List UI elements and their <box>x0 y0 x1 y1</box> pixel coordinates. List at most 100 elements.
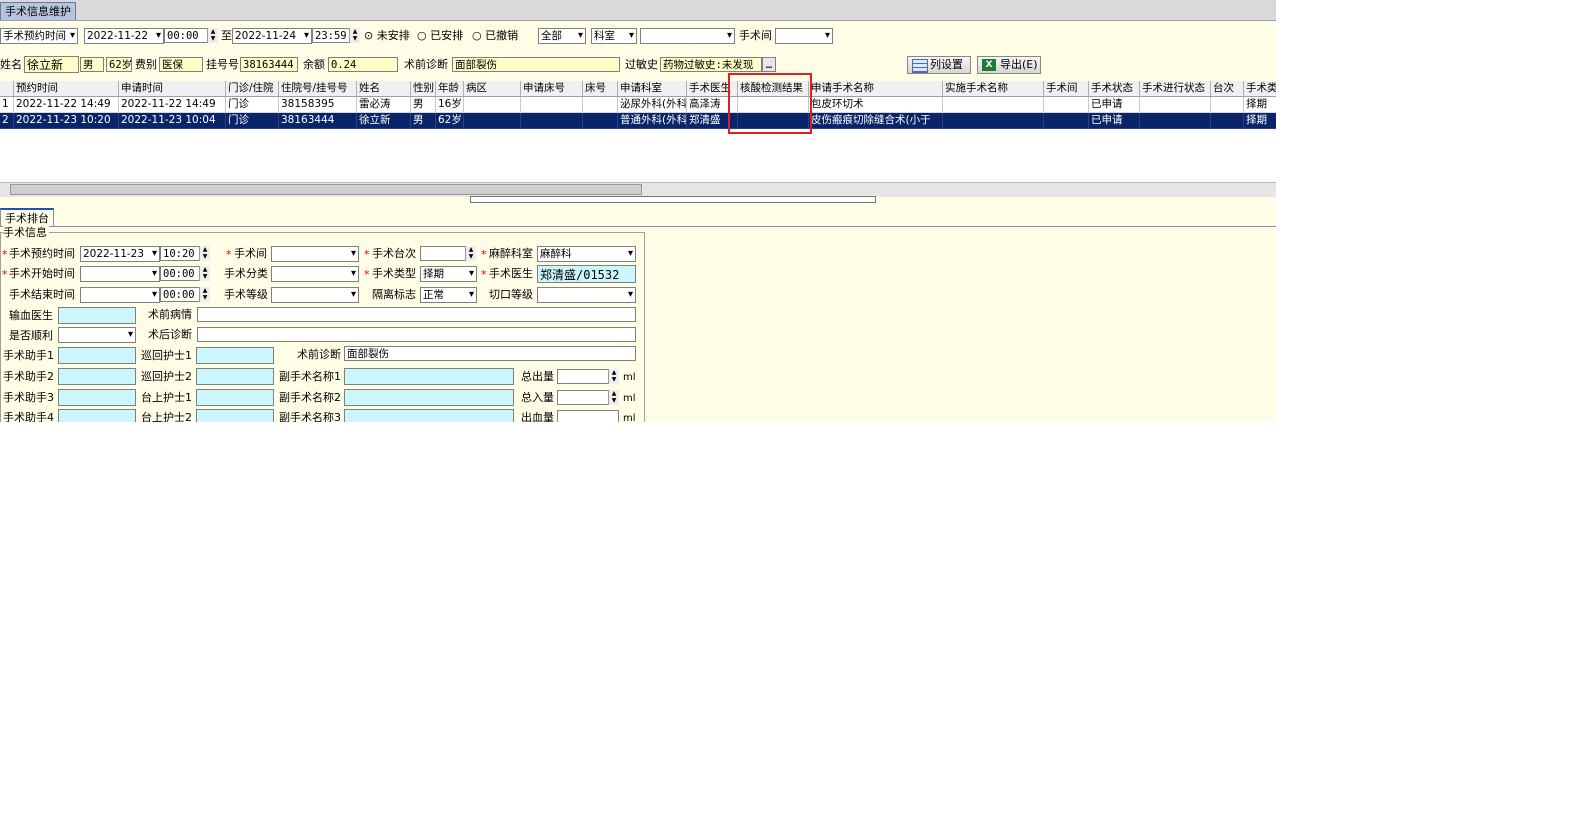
reg-no-field[interactable]: 38163444 <box>240 57 298 72</box>
end-time-spinner[interactable]: ▲ ▼ <box>349 28 360 43</box>
column-header[interactable]: 台次 <box>1211 81 1244 96</box>
detail-preop-dx-field[interactable]: 面部裂伤 <box>344 346 636 361</box>
assistant4-field[interactable] <box>58 409 136 422</box>
table-cell <box>1211 97 1244 113</box>
smooth-select[interactable] <box>58 327 136 343</box>
sub-op3-field[interactable] <box>344 409 514 422</box>
required-marker: * <box>2 248 8 261</box>
dept-select[interactable] <box>640 28 735 44</box>
column-header[interactable]: 姓名 <box>357 81 411 96</box>
export-button[interactable]: X 导出(E) <box>977 56 1041 74</box>
room-filter-select[interactable] <box>775 28 833 44</box>
category-select[interactable] <box>271 266 359 282</box>
type-select[interactable]: 择期 <box>420 266 477 282</box>
scroll-thumb[interactable] <box>10 184 642 195</box>
assistant2-field[interactable] <box>58 368 136 385</box>
dept-type-select[interactable]: 科室 <box>591 28 637 44</box>
start-date-picker[interactable]: 2022-11-22 <box>84 28 164 44</box>
preop-condition-field[interactable] <box>197 307 636 322</box>
start-time-spinner[interactable]: ▲ ▼ <box>207 28 218 43</box>
column-settings-button[interactable]: 列设置 <box>907 56 971 74</box>
blood-loss-field[interactable] <box>557 410 619 422</box>
end-time-label: 手术结束时间 <box>9 288 75 301</box>
seq-label: 手术台次 <box>372 247 416 260</box>
radio-scheduled[interactable]: ○ 已安排 <box>417 28 463 44</box>
table-cell: 16岁 <box>436 97 464 113</box>
highlight-box <box>728 73 812 134</box>
scrub-nurse2-field[interactable] <box>196 409 274 422</box>
splitter-handle[interactable] <box>470 196 876 203</box>
assistant1-field[interactable] <box>58 347 136 364</box>
tab-strip: 手术信息维护 <box>0 0 1276 21</box>
sub-op2-field[interactable] <box>344 389 514 406</box>
column-header[interactable]: 床号 <box>583 81 618 96</box>
tab-surgery-info[interactable]: 手术信息维护 <box>0 2 76 20</box>
column-header[interactable]: 住院号/挂号号 <box>279 81 357 96</box>
column-header[interactable]: 实施手术名称 <box>943 81 1044 96</box>
total-output-spinner[interactable]: ▲ ▼ <box>608 369 619 384</box>
column-header[interactable]: 申请科室 <box>618 81 687 96</box>
date-type-select[interactable]: 手术预约时间 <box>0 28 78 44</box>
end-date-picker[interactable]: 2022-11-24 <box>232 28 312 44</box>
appt-time-label: 手术预约时间 <box>9 247 75 260</box>
seq-spinner[interactable]: ▲ ▼ <box>465 246 476 261</box>
patient-name-field[interactable]: 徐立新 <box>24 56 79 73</box>
column-header[interactable]: 申请床号 <box>521 81 583 96</box>
op-end-time-spinner[interactable]: ▲ ▼ <box>199 287 210 302</box>
start-date-picker[interactable] <box>80 266 160 282</box>
total-input-label: 总入量 <box>521 391 554 404</box>
table-cell <box>583 113 618 129</box>
sub-op1-field[interactable] <box>344 368 514 385</box>
isolation-select[interactable]: 正常 <box>420 287 477 303</box>
smooth-label: 是否顺利 <box>9 329 53 342</box>
grid-horizontal-scrollbar[interactable] <box>0 182 1276 197</box>
transfusion-doctor-field[interactable] <box>58 307 136 324</box>
fee-type-field[interactable]: 医保 <box>159 57 203 72</box>
table-row[interactable]: 2 2022-11-23 10:20 2022-11-23 10:04 门诊 38163… <box>0 113 1276 129</box>
column-header[interactable]: 手术进行状态 <box>1140 81 1211 96</box>
end-date-picker[interactable] <box>80 287 160 303</box>
room-select[interactable] <box>271 246 359 262</box>
table-icon <box>912 59 928 73</box>
preop-dx-field[interactable]: 面部裂伤 <box>452 57 620 72</box>
column-header[interactable]: 性别 <box>411 81 436 96</box>
scope-select[interactable]: 全部 <box>538 28 586 44</box>
anes-dept-select[interactable]: 麻醉科 <box>537 246 636 262</box>
total-input-spinner[interactable]: ▲ ▼ <box>608 390 619 405</box>
gender-field[interactable]: 男 <box>80 57 104 72</box>
assistant4-label: 手术助手4 <box>3 411 54 422</box>
incision-select[interactable] <box>537 287 636 303</box>
assistant3-field[interactable] <box>58 389 136 406</box>
table-cell <box>943 113 1044 129</box>
appt-time-spinner[interactable]: ▲ ▼ <box>199 246 210 261</box>
table-cell <box>464 97 521 113</box>
allergy-more-button[interactable]: … <box>762 57 776 72</box>
circulating-nurse1-field[interactable] <box>196 347 274 364</box>
column-header[interactable]: 门诊/住院 <box>226 81 279 96</box>
age-field[interactable]: 62岁 <box>106 57 132 72</box>
column-header[interactable]: 手术状态 <box>1089 81 1140 96</box>
column-header[interactable]: 手术类 <box>1244 81 1276 96</box>
sub-op2-label: 副手术名称2 <box>279 391 341 404</box>
row-number-header[interactable] <box>0 81 14 96</box>
allergy-field[interactable]: 药物过敏史:未发现 <box>660 57 762 72</box>
column-header[interactable]: 预约时间 <box>14 81 119 96</box>
postop-dx-field[interactable] <box>197 327 636 342</box>
fee-type-label: 费别 <box>135 58 157 71</box>
appt-date-picker[interactable]: 2022-11-23 <box>80 246 160 262</box>
circulating-nurse2-field[interactable] <box>196 368 274 385</box>
scrub-nurse1-field[interactable] <box>196 389 274 406</box>
column-header[interactable]: 申请手术名称 <box>809 81 943 96</box>
table-row[interactable]: 1 2022-11-22 14:49 2022-11-22 14:49 门诊 38158… <box>0 97 1276 113</box>
radio-cancelled[interactable]: ○ 已撤销 <box>472 28 518 44</box>
radio-unscheduled[interactable]: ⊙ 未安排 <box>364 28 410 44</box>
surgeon-label: 手术医生 <box>489 267 533 280</box>
op-start-time-spinner[interactable]: ▲ ▼ <box>199 266 210 281</box>
grade-select[interactable] <box>271 287 359 303</box>
column-header[interactable]: 申请时间 <box>119 81 226 96</box>
column-header[interactable]: 病区 <box>464 81 521 96</box>
column-header[interactable]: 手术间 <box>1044 81 1089 96</box>
balance-field[interactable]: 0.24 <box>328 57 398 72</box>
surgeon-field[interactable]: 郑清盛/01532 <box>537 265 636 283</box>
column-header[interactable]: 年龄 <box>436 81 464 96</box>
